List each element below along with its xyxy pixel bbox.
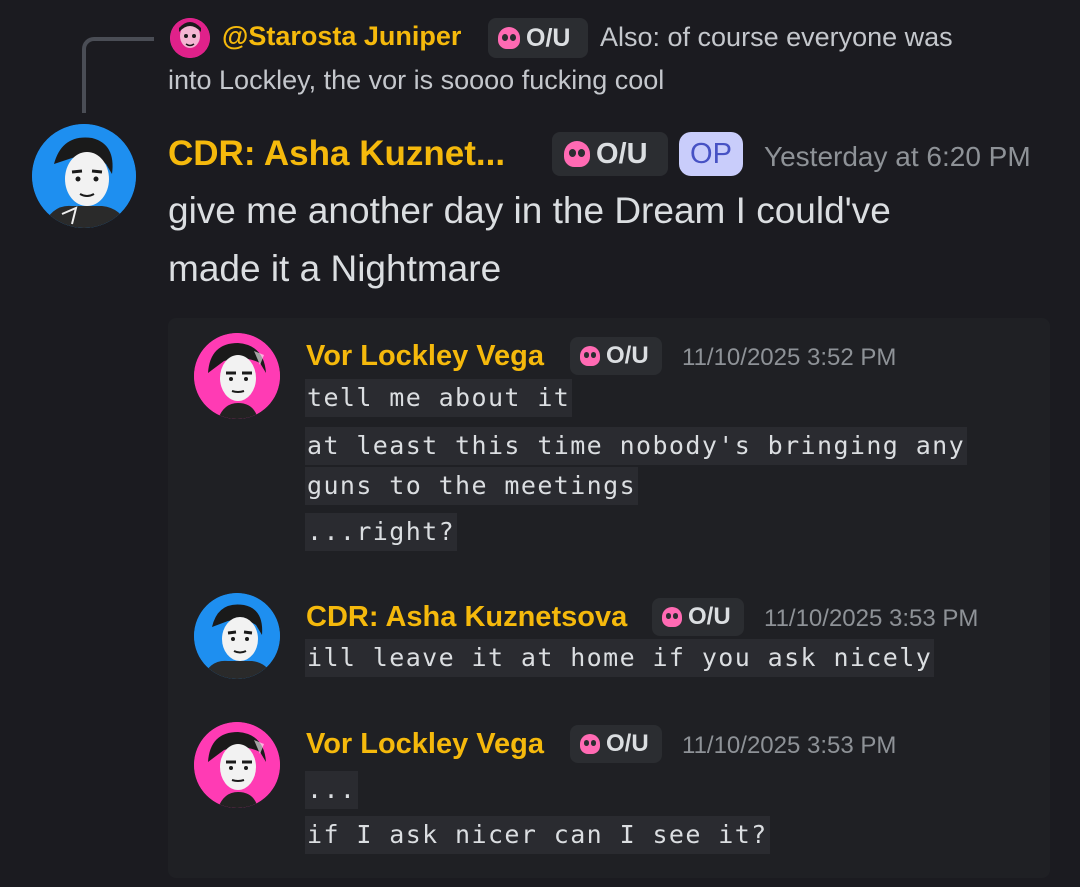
reply-text-line1: Also: of course everyone was xyxy=(600,22,953,52)
main-text-line1: give me another day in the Dream I could… xyxy=(168,190,891,231)
main-avatar[interactable] xyxy=(32,124,136,228)
reply-text-line2: into Lockley, the vor is soooo fucking c… xyxy=(168,65,665,95)
skull-icon xyxy=(662,607,682,627)
thread-timestamp-2: 11/10/2025 3:53 PM xyxy=(764,605,979,632)
thread-role-tag-2: O/U xyxy=(652,598,744,636)
thread-2-line-1: ill leave it at home if you ask nicely xyxy=(305,639,935,677)
reply-role-tag: O/U xyxy=(488,18,588,58)
main-role-tag: O/U xyxy=(552,132,668,176)
skull-icon xyxy=(580,346,600,366)
thread-author-1[interactable]: Vor Lockley Vega xyxy=(306,340,544,373)
thread-avatar-asha[interactable] xyxy=(194,593,280,679)
thread-1-line-1: tell me about it xyxy=(305,379,573,417)
thread-timestamp-3: 11/10/2025 3:53 PM xyxy=(682,732,897,759)
main-timestamp: Yesterday at 6:20 PM xyxy=(764,141,1031,172)
thread-timestamp-1: 11/10/2025 3:52 PM xyxy=(682,344,897,371)
thread-role-tag-3: O/U xyxy=(570,725,662,763)
main-text-line2: made it a Nightmare xyxy=(168,248,502,289)
thread-1-line-2: at least this time nobody's bringing any xyxy=(305,427,968,465)
thread-avatar-lockley-2[interactable] xyxy=(194,722,280,808)
thread-author-3[interactable]: Vor Lockley Vega xyxy=(306,728,544,761)
thread-3-line-2: if I ask nicer can I see it? xyxy=(305,816,770,854)
reply-connector-line xyxy=(82,37,154,113)
thread-1-line-3: guns to the meetings xyxy=(305,467,639,505)
thread-1-line-4: ...right? xyxy=(305,513,458,551)
thread-avatar-lockley-1[interactable] xyxy=(194,333,280,419)
reply-avatar[interactable] xyxy=(170,18,210,58)
op-badge: OP xyxy=(679,132,743,176)
thread-role-tag-1: O/U xyxy=(570,337,662,375)
skull-icon xyxy=(564,141,590,167)
skull-icon xyxy=(580,734,600,754)
thread-panel xyxy=(168,318,1050,878)
main-author[interactable]: CDR: Asha Kuznet... xyxy=(168,134,505,174)
thread-3-line-1: ... xyxy=(305,771,359,809)
skull-icon xyxy=(498,27,520,49)
reply-author[interactable]: @Starosta Juniper xyxy=(222,21,461,52)
thread-author-2[interactable]: CDR: Asha Kuznetsova xyxy=(306,601,627,634)
